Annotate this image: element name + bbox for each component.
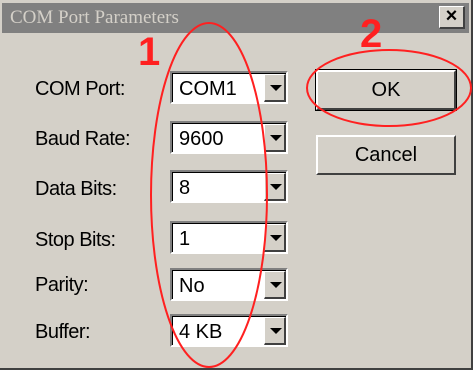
buffer-select[interactable]: 4 KB: [170, 314, 288, 347]
stop-bits-label: Stop Bits:: [35, 229, 116, 251]
chevron-down-icon[interactable]: [264, 224, 286, 252]
chevron-down-icon[interactable]: [264, 317, 286, 345]
data-bits-label: Data Bits:: [35, 178, 117, 200]
com-port-value: COM1: [179, 78, 237, 100]
data-bits-value: 8: [179, 177, 191, 199]
chevron-down-icon[interactable]: [264, 124, 286, 152]
annotation-number-2: 2: [360, 12, 383, 56]
cancel-button[interactable]: Cancel: [316, 135, 456, 175]
parity-select[interactable]: No: [170, 268, 288, 301]
close-button[interactable]: ×: [439, 6, 465, 29]
window-title: COM Port Parameters: [10, 7, 179, 28]
chevron-down-icon[interactable]: [264, 173, 286, 201]
stop-bits-select[interactable]: 1: [170, 221, 288, 254]
baud-rate-value: 9600: [179, 128, 224, 150]
annotation-number-1: 1: [138, 30, 161, 74]
parity-value: No: [179, 275, 205, 297]
com-port-label: COM Port:: [35, 78, 125, 100]
ok-button[interactable]: OK: [315, 69, 457, 111]
title-bar[interactable]: COM Port Parameters ×: [2, 3, 469, 33]
data-bits-select[interactable]: 8: [170, 170, 288, 203]
com-port-select[interactable]: COM1: [170, 71, 288, 104]
buffer-value: 4 KB: [179, 321, 223, 343]
stop-bits-value: 1: [179, 228, 191, 250]
chevron-down-icon[interactable]: [264, 74, 286, 102]
baud-rate-select[interactable]: 9600: [170, 121, 288, 154]
close-icon: ×: [445, 5, 458, 27]
com-port-parameters-dialog: COM Port Parameters × COM Port: COM1 Bau…: [0, 0, 473, 370]
chevron-down-icon[interactable]: [264, 271, 286, 299]
buffer-label: Buffer:: [35, 321, 91, 343]
parity-label: Parity:: [35, 274, 89, 296]
baud-rate-label: Baud Rate:: [35, 128, 131, 150]
